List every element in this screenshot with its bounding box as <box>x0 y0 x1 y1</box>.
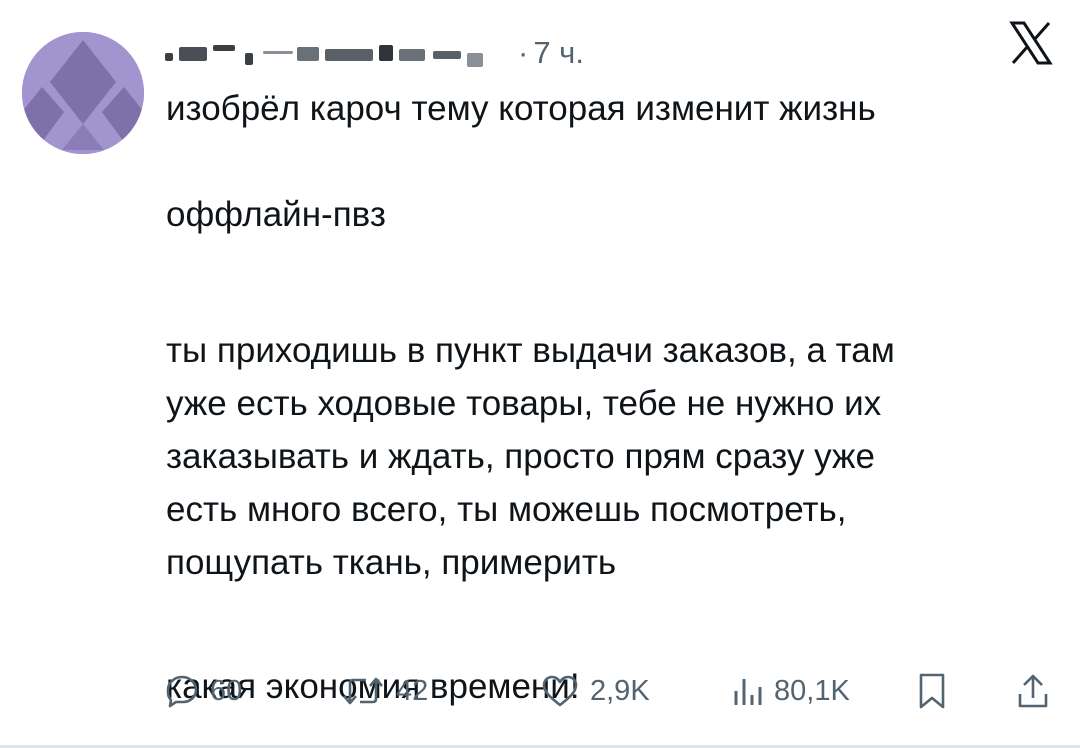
retweet-button[interactable]: 42 <box>340 666 428 716</box>
tweet-header: · 7 ч. <box>165 30 584 76</box>
retweet-icon <box>340 673 386 709</box>
avatar[interactable] <box>22 32 144 154</box>
like-button[interactable]: 2,9K <box>540 666 650 716</box>
post-time[interactable]: 7 ч. <box>533 35 584 71</box>
bookmark-button[interactable] <box>916 666 948 716</box>
retweet-count: 42 <box>396 674 429 707</box>
heart-icon <box>540 673 580 709</box>
views-icon <box>730 673 764 709</box>
action-bar: 60 42 2,9K 80,1K <box>160 666 1060 716</box>
time-separator: · <box>518 35 529 70</box>
tweet-paragraph: ты приходишь в пункт выдачи заказов, а т… <box>166 331 895 582</box>
user-handle[interactable] <box>165 43 510 67</box>
like-count: 2,9K <box>590 674 650 707</box>
x-logo-icon[interactable] <box>1008 20 1054 66</box>
tweet-text: изобрёл кароч тему которая изменит жизнь… <box>166 82 1046 713</box>
views-button[interactable]: 80,1K <box>730 666 850 716</box>
reply-icon <box>164 673 200 709</box>
reply-count: 60 <box>210 674 243 707</box>
reply-button[interactable]: 60 <box>164 666 242 716</box>
bookmark-icon <box>916 672 948 710</box>
share-button[interactable] <box>1016 666 1050 716</box>
share-icon <box>1016 672 1050 710</box>
tweet-paragraph: изобрёл кароч тему которая изменит жизнь <box>166 89 876 128</box>
tweet-paragraph: оффлайн-пвз <box>166 195 386 234</box>
views-count: 80,1K <box>774 674 850 707</box>
